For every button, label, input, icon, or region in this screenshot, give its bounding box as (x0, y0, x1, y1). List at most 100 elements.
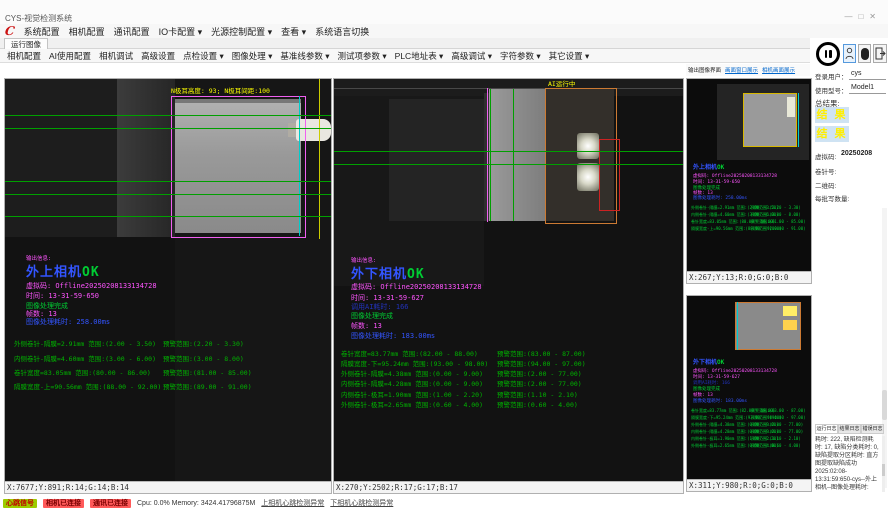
camera-name: 外下相机 (351, 267, 407, 282)
measure-line-yellow (319, 79, 320, 239)
toolbar-item-char-params[interactable]: 字符参数 ▾ (500, 50, 541, 62)
menu-item-language-switch[interactable]: 系统语言切换 (315, 25, 369, 38)
pause-button[interactable] (816, 42, 840, 66)
lower-camera-heartbeat-link[interactable]: 下相机心跳检测异常 (330, 498, 393, 508)
toolbar-item-spot-check[interactable]: 点检设置 ▾ (183, 50, 224, 62)
measurement-text: 外侧卷针-隔膜=4.38mm 范围:(0.00 - 9.00) (341, 368, 483, 378)
log-tab-run[interactable]: 运行日志 (815, 424, 838, 434)
mini-warn: 预警范围:(2.00 - 77.00) (751, 429, 803, 435)
baseline-green (5, 216, 331, 217)
toolbar-item-advanced-debug[interactable]: 高级调试 ▾ (451, 50, 492, 62)
qr-code-label: 二维码: (815, 180, 836, 190)
menu-item-comm-config[interactable]: 通讯配置 (114, 25, 150, 38)
baseline-green (5, 115, 331, 116)
toolbar-item-camera-config[interactable]: 相机配置 (7, 50, 41, 62)
mini-warn: 预警范围:(89.00 - 91.00) (751, 226, 806, 232)
menu-item-system-config[interactable]: 系统配置 (24, 25, 60, 38)
title-bar: CYS-视觉检测系统 —□✕ (0, 0, 888, 24)
mini-tab-glow-2 (783, 320, 797, 330)
measurement-text: 外侧卷针-极耳=2.65mm 范围:(0.60 - 4.00) (341, 399, 483, 409)
warn-range-text: 预警范围:(0.60 - 4.00) (497, 399, 578, 409)
toolbar-item-baseline-params[interactable]: 基准线参数 ▾ (280, 50, 329, 62)
mini-upper-canvas[interactable]: 外上相机OK 虚拟码: Offline20250208133134728 时间:… (687, 79, 811, 271)
mini-tab-glow-1 (783, 306, 797, 316)
comm-connected-badge: 通讯已连接 (90, 499, 131, 508)
upper-camera-heartbeat-link[interactable]: 上相机心跳检测异常 (261, 498, 324, 508)
mini-process-time-line: 图像处理耗时: 258.00ms (693, 196, 747, 202)
camera-title: 外下相机OK (351, 263, 425, 282)
window-title: CYS-视觉检测系统 (5, 13, 72, 24)
close-button[interactable]: ✕ (869, 12, 882, 21)
pause-icon (825, 50, 828, 58)
baseline-green (5, 194, 331, 195)
log-scrollbar-thumb[interactable] (882, 464, 885, 476)
measurement-text: 卷针宽度=83.77mm 范围:(82.00 - 88.00) (341, 348, 478, 358)
measurement-text: 隔膜宽度-上=90.56mm 范围:(88.00 - 92.00) (14, 381, 161, 391)
pixel-coords-bar: X:267;Y:13;R:0;G:0;B:0 (687, 271, 811, 283)
camera-result-ok: OK (407, 267, 425, 282)
log-scrollbar[interactable] (882, 436, 885, 492)
result-box-upper: 结 果 (815, 107, 849, 123)
process-done-line: 图像处理完成 (26, 302, 68, 310)
needle-number-label: 卷针号: (815, 166, 836, 176)
time-line: 时间: 13-31-59-627 (351, 294, 424, 302)
toolbar-item-ai-config[interactable]: AI使用配置 (49, 50, 91, 62)
menu-bar: C 系统配置 相机配置 通讯配置 IO卡配置 ▾ 光源控制配置 ▾ 查看 ▾ 系… (0, 24, 888, 38)
measurement-text: 内侧卷针-隔膜=4.28mm 范围:(0.00 - 9.00) (341, 378, 483, 388)
lower-camera-view: AI运行中 输出信息: 外下相机OK 虚拟码: Offline202502081… (333, 78, 684, 494)
toolbar-item-advanced-settings[interactable]: 高级设置 (141, 50, 175, 62)
mini-lower-canvas[interactable]: 外下相机OK 虚拟码: Offline20250208133134728 时间:… (687, 296, 811, 479)
mini-done-line: 图像处理完成 (693, 387, 720, 393)
log-text[interactable]: 耗时: 222, 缺陷检测耗时: 17, 缺陷分类耗时: 0, 缺陷提取分区耗时… (815, 436, 881, 492)
tab-bar: 运行图像 (0, 38, 810, 49)
user-switch-button[interactable] (858, 44, 871, 63)
mini-camera-result: OK (717, 359, 724, 366)
menu-item-light-config[interactable]: 光源控制配置 ▾ (211, 25, 272, 38)
baseline-green (334, 151, 683, 152)
user-login-button[interactable] (843, 44, 856, 63)
frame-count-line: 帧数: 13 (26, 310, 57, 318)
mini-camera-title: 外上相机OK (693, 165, 724, 171)
machine-background (5, 79, 117, 239)
ai-running-label: AI运行中 (548, 80, 575, 88)
menu-item-camera-config[interactable]: 相机配置 (69, 25, 105, 38)
warn-range-text: 预警范围:(81.00 - 85.00) (163, 367, 252, 377)
warn-range-text: 预警范围:(1.10 - 2.10) (497, 389, 578, 399)
person-icon (845, 47, 854, 60)
mini-view-lower: 外下相机OK 虚拟码: Offline20250208133134728 时间:… (686, 295, 812, 492)
model-underline (849, 83, 886, 94)
menu-item-view[interactable]: 查看 ▾ (281, 25, 306, 38)
mini-view-upper: 外上相机OK 虚拟码: Offline20250208133134728 时间:… (686, 78, 812, 284)
mini-warn: 预警范围:(94.00 - 97.00) (751, 415, 806, 421)
camera-result-ok: OK (82, 265, 100, 280)
lower-camera-canvas[interactable]: AI运行中 输出信息: 外下相机OK 虚拟码: Offline202502081… (334, 79, 683, 481)
process-done-line: 图像处理完成 (351, 312, 393, 320)
toolbar-item-plc-address[interactable]: PLC地址表 ▾ (395, 50, 444, 62)
mini-header-output: 输出图像界面 (688, 66, 721, 74)
process-time-line: 图像处理耗时: 183.00ms (351, 332, 435, 340)
log-tab-error[interactable]: 错误日志 (861, 424, 884, 434)
measure-line-green (490, 89, 491, 221)
mini-header-window-view[interactable]: 画面窗口展示 (725, 66, 758, 74)
scrollbar-thumb[interactable] (882, 390, 887, 420)
warn-range-text: 预警范围:(2.20 - 3.30) (163, 338, 244, 348)
toolbar-item-test-params[interactable]: 测试项参数 ▾ (338, 50, 387, 62)
measurement-text: 卷针宽度=83.05mm 范围:(80.00 - 86.00) (14, 367, 151, 377)
minimize-button[interactable]: — (844, 12, 858, 21)
tab-height-label: N极耳高度: 93; N极耳间距:100 (171, 87, 270, 95)
measurement-text: 内侧卷针-极耳=1.90mm 范围:(1.00 - 2.20) (341, 389, 483, 399)
exit-button[interactable] (873, 44, 887, 63)
maximize-button[interactable]: □ (858, 12, 869, 21)
warn-range-text: 预警范围:(83.00 - 87.00) (497, 348, 586, 358)
warn-range-text: 预警范围:(2.00 - 77.00) (497, 378, 582, 388)
warn-range-text: 预警范围:(89.00 - 91.00) (163, 381, 252, 391)
menu-item-io-config[interactable]: IO卡配置 ▾ (159, 25, 203, 38)
tab-run-image[interactable]: 运行图像 (4, 38, 48, 49)
log-tab-result[interactable]: 结果日志 (838, 424, 861, 434)
mini-header-camera-view[interactable]: 相机画面展示 (762, 66, 795, 74)
upper-camera-canvas[interactable]: N极耳高度: 93; N极耳间距:100 输出信息: 外上相机OK 虚拟码: O… (5, 79, 331, 481)
toolbar-item-other-settings[interactable]: 其它设置 ▾ (549, 50, 590, 62)
right-sidebar: 登录用户： cys 使用型号： Model1 总结果: 结 果 结 果 虚拟码:… (813, 40, 888, 495)
toolbar-item-image-processing[interactable]: 图像处理 ▾ (232, 50, 273, 62)
toolbar-item-camera-debug[interactable]: 相机调试 (99, 50, 133, 62)
